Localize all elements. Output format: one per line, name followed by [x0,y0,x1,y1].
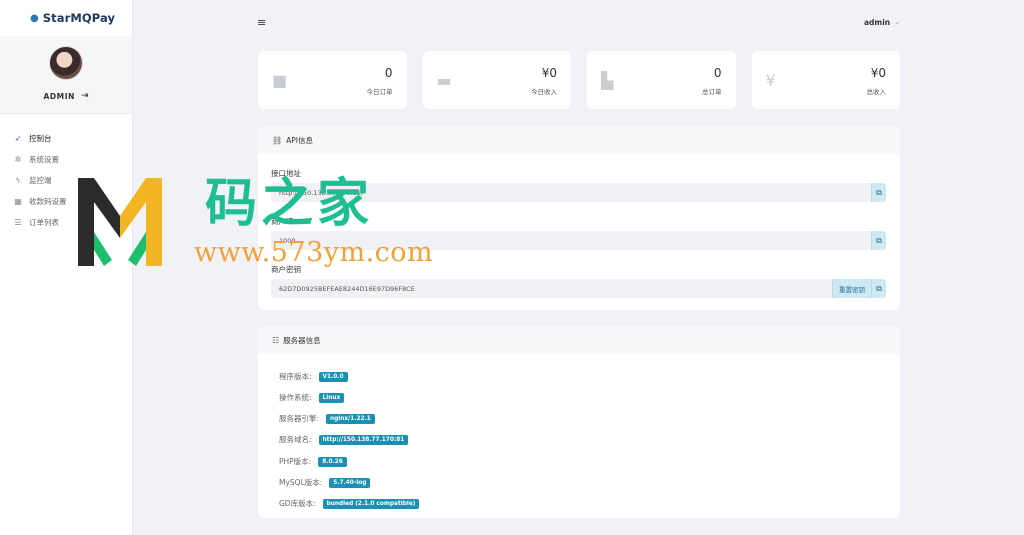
server-info-panel: ☷ 服务器信息 程序版本: V1.0.0 操作系统: Linux 服务器引擎: … [258,326,900,518]
info-row: 程序版本: V1.0.0 [279,371,348,382]
merchant-secret-label: 商户密钥 [271,265,301,274]
brand[interactable]: ● StarMQPay [0,0,132,36]
chevron-down-icon: ⌄ [894,18,900,26]
bag-icon: ■ [272,71,288,90]
info-badge: V1.0.0 [318,371,348,382]
chart-icon: ▙ [601,71,614,90]
stat-card-total-income: ¥ ¥0 总收入 [751,51,900,109]
gear-icon: ✲ [14,155,22,164]
stat-value: 0 [713,66,722,80]
merchant-id-value: 1000 [279,236,296,245]
hamburger-menu-icon[interactable]: ≡ [257,16,266,29]
info-badge: http://150.138.77.170:81 [318,434,409,445]
wallet-icon: ▬ [436,71,452,90]
server-icon: ☷ [272,335,280,345]
sidebar-item-dashboard[interactable]: ➶ 控制台 [0,128,132,149]
stat-label: 总收入 [866,88,887,96]
sidebar-item-monitor[interactable]: ϟ 监控端 [0,170,132,191]
api-url-field[interactable]: http://150.138.77.170:81/ ⧉ [271,183,886,202]
drop-icon: ● [30,12,39,24]
stat-card-today-income: ▬ ¥0 今日收入 [422,51,571,109]
avatar[interactable] [49,46,83,80]
info-label: 服务器引擎: [279,414,320,423]
stat-card-total-orders: ▙ 0 总订单 [587,51,736,109]
info-label: 服务域名: [279,435,312,444]
copy-url-button[interactable]: ⧉ [871,183,886,202]
info-label: PHP版本: [279,457,312,466]
info-badge: 8.0.26 [318,456,347,467]
api-url-label: 接口地址 [271,169,301,178]
rocket-icon: ➶ [14,134,22,143]
info-row: GD库版本: bundled (2.1.0 compatible) [279,498,420,509]
merchant-secret-value: 62D7D0925BEFEAE8244D16E97D96F8CE [279,284,415,293]
stat-label: 总订单 [702,88,722,96]
info-badge: 5.7.40-log [329,477,371,488]
info-label: GD库版本: [279,499,316,508]
grid-icon: ▦ [14,197,22,206]
link-icon: ⛓ [272,135,283,145]
stat-value: ¥0 [870,66,886,80]
info-row: 服务器引擎: nginx/1.22.1 [279,413,375,424]
panel-title: API信息 [286,135,314,145]
sidebar-item-label: 系统设置 [29,155,59,164]
list-icon: ☰ [14,218,22,227]
info-label: 程序版本: [279,372,312,381]
profile-name: ADMIN [43,91,75,101]
sidebar-item-qrcode[interactable]: ▦ 收款码设置 [0,191,132,212]
info-badge: bundled (2.1.0 compatible) [322,498,420,509]
bolt-icon: ϟ [15,176,21,185]
stat-label: 今日订单 [366,88,393,96]
stat-value: ¥0 [541,66,557,80]
copy-secret-button[interactable]: ⧉ [871,279,886,298]
merchant-id-field[interactable]: 1000 ⧉ [271,231,886,250]
sidebar-nav: ➶ 控制台 ✲ 系统设置 ϟ 监控端 ▦ 收款码设置 ☰ 订单列表 [0,128,132,233]
copy-icon: ⧉ [876,283,882,293]
sidebar-item-label: 订单列表 [29,218,59,227]
stat-label: 今日收入 [531,88,557,96]
reset-secret-button[interactable]: 重置密钥 [832,279,871,298]
sidebar-item-label: 收款码设置 [29,197,67,206]
sidebar: ● StarMQPay ADMIN ⇥ ➶ 控制台 ✲ 系统设置 ϟ 监控端 ▦… [0,0,133,535]
stat-card-today-orders: ■ 0 今日订单 [258,51,407,109]
info-label: MySQL版本: [279,478,323,487]
copy-icon: ⧉ [876,235,882,245]
info-label: 操作系统: [279,393,312,402]
sidebar-item-settings[interactable]: ✲ 系统设置 [0,149,132,170]
info-row: PHP版本: 8.0.26 [279,456,347,467]
api-info-panel: ⛓ API信息 接口地址 http://150.138.77.170:81/ ⧉… [258,126,900,310]
yen-icon: ¥ [765,71,776,90]
copy-icon: ⧉ [876,187,882,197]
info-badge: nginx/1.22.1 [326,413,375,424]
sidebar-item-label: 控制台 [29,134,52,143]
merchant-id-label: 商户ID [271,217,294,226]
user-menu[interactable]: admin ⌄ [864,18,900,27]
sidebar-item-orders[interactable]: ☰ 订单列表 [0,212,132,233]
sidebar-item-label: 监控端 [29,176,52,185]
logout-icon[interactable]: ⇥ [81,91,89,101]
user-menu-name: admin [863,17,891,27]
info-row: 服务域名: http://150.138.77.170:81 [279,434,409,445]
brand-name: StarMQPay [42,11,116,25]
copy-merchant-id-button[interactable]: ⧉ [871,231,886,250]
profile-panel: ADMIN ⇥ [0,36,132,114]
info-badge: Linux [318,392,345,403]
top-header: ≡ admin ⌄ [257,12,900,32]
api-url-value: http://150.138.77.170:81/ [279,188,364,197]
merchant-secret-field[interactable]: 62D7D0925BEFEAE8244D16E97D96F8CE 重置密钥 ⧉ [271,279,886,298]
stats-row: ■ 0 今日订单 ▬ ¥0 今日收入 ▙ 0 总订单 ¥ ¥0 总收入 [258,51,900,109]
panel-title: 服务器信息 [283,335,321,345]
info-row: 操作系统: Linux [279,392,345,403]
panel-header: ⛓ API信息 [258,126,900,154]
stat-value: 0 [384,66,393,80]
info-row: MySQL版本: 5.7.40-log [279,477,371,488]
panel-header: ☷ 服务器信息 [258,326,900,354]
